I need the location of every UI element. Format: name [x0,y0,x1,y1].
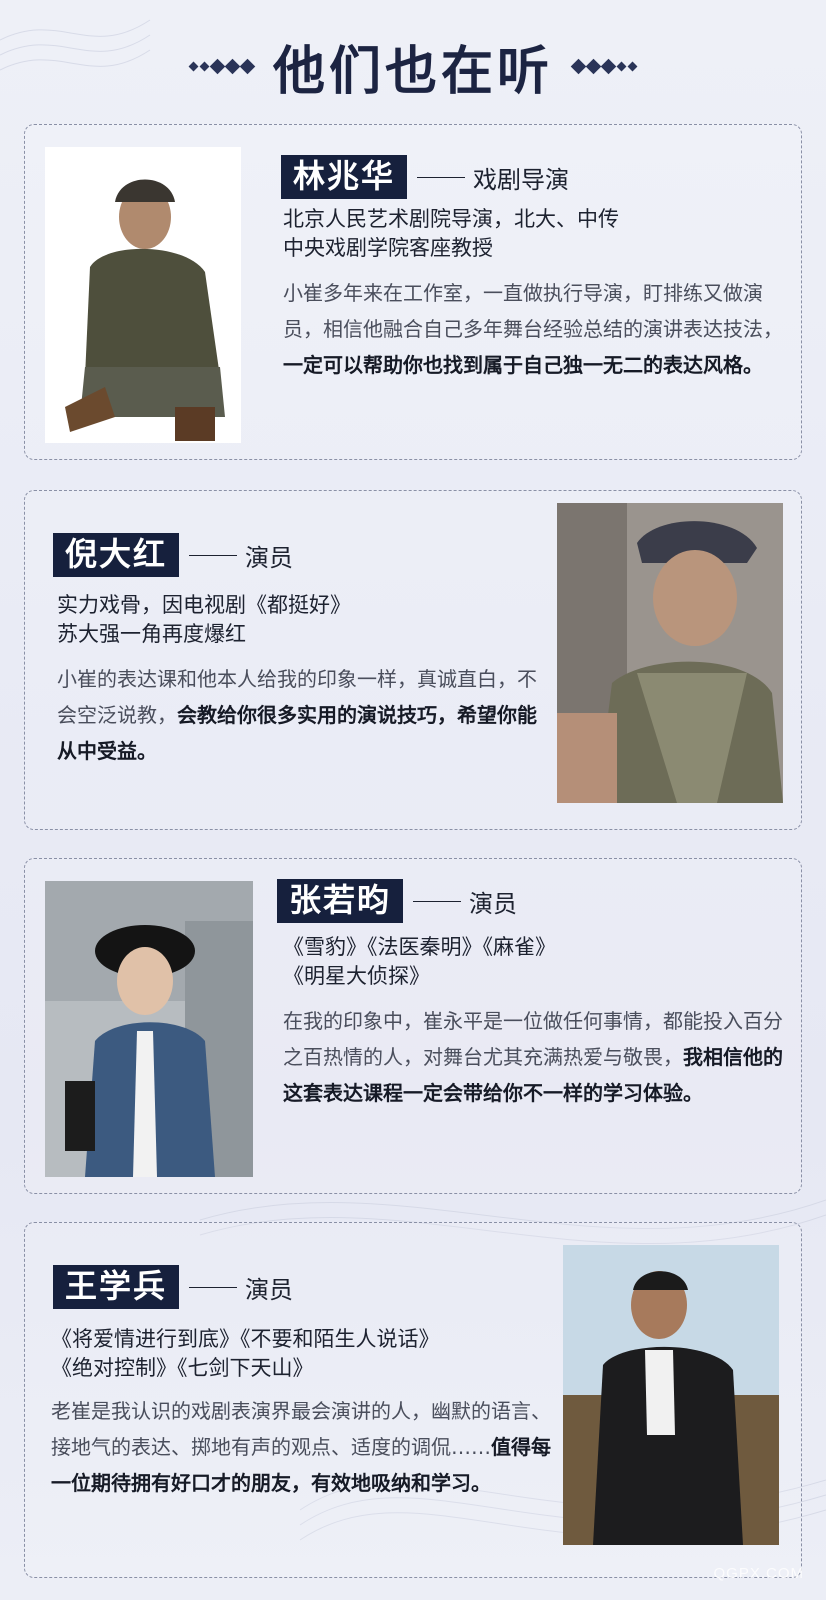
name-dash [417,176,466,178]
name-dash [189,554,238,556]
person-credentials-1: 北京人民艺术剧院导演，北大、中传 中央戏剧学院客座教授 [283,205,783,263]
person-card-4: 王学兵 演员 《将爱情进行到底》《不要和陌生人说话》 《绝对控制》《七剑下天山》… [24,1222,802,1578]
person-quote-1: 小崔多年来在工作室，一直做执行导演，盯排练又做演员，相信他融合自己多年舞台经验总… [283,275,783,383]
person-card-3: 张若昀 演员 《雪豹》《法医秦明》《麻雀》 《明星大侦探》 在我的印象中，崔永平… [24,858,802,1194]
person-role: 演员 [245,543,294,572]
person-photo-2 [557,503,783,803]
watermark-text: QGPX.COM [713,1565,804,1582]
page-title: 他们也在听 [272,41,553,102]
credential-line: 《绝对控制》《七剑下天山》 [51,1356,314,1380]
person-quote-2: 小崔的表达课和他本人给我的印象一样，真诚直白，不会空泛说教，会教给你很多实用的演… [57,661,541,769]
person-photo-3 [45,881,253,1177]
title-right-decoration [570,58,638,74]
person-nameline-2: 倪大红 演员 [53,533,293,577]
person-name: 林兆华 [281,155,408,199]
person-nameline-3: 张若昀 演员 [277,879,517,923]
credential-line: 《明星大侦探》 [283,964,430,988]
person-nameline-4: 王学兵 演员 [53,1265,293,1309]
credential-line: 北京人民艺术剧院导演，北大、中传 [283,207,619,231]
quote-text: 老崔是我认识的戏剧表演界最会演讲的人，幽默的语言、接地气的表达、掷地有声的观点、… [51,1399,551,1459]
credential-line: 《雪豹》《法医秦明》《麻雀》 [283,935,556,959]
person-credentials-2: 实力戏骨，因电视剧《都挺好》 苏大强一角再度爆红 [57,591,537,649]
person-photo-1 [45,147,241,443]
credential-line: 中央戏剧学院客座教授 [283,236,493,260]
quote-text: 小崔多年来在工作室，一直做执行导演，盯排练又做演员，相信他融合自己多年舞台经验总… [283,281,783,341]
person-card-1: 林兆华 戏剧导演 北京人民艺术剧院导演，北大、中传 中央戏剧学院客座教授 小崔多… [24,124,802,460]
person-name: 王学兵 [53,1265,180,1309]
title-left-decoration [188,58,256,74]
name-dash [189,1286,238,1288]
person-credentials-4: 《将爱情进行到底》《不要和陌生人说话》 《绝对控制》《七剑下天山》 [51,1325,551,1383]
person-role: 戏剧导演 [473,165,570,194]
credential-line: 《将爱情进行到底》《不要和陌生人说话》 [51,1327,440,1351]
quote-highlight: 一定可以帮助你也找到属于自己独一无二的表达风格。 [283,353,763,377]
person-credentials-3: 《雪豹》《法医秦明》《麻雀》 《明星大侦探》 [283,933,783,991]
person-quote-3: 在我的印象中，崔永平是一位做任何事情，都能投入百分之百热情的人，对舞台尤其充满热… [283,1003,783,1111]
credential-line: 苏大强一角再度爆红 [57,622,246,646]
person-name: 张若昀 [277,879,404,923]
person-quote-4: 老崔是我认识的戏剧表演界最会演讲的人，幽默的语言、接地气的表达、掷地有声的观点、… [51,1393,555,1501]
person-card-2: 倪大红 演员 实力戏骨，因电视剧《都挺好》 苏大强一角再度爆红 小崔的表达课和他… [24,490,802,830]
person-role: 演员 [469,889,518,918]
credential-line: 实力戏骨，因电视剧《都挺好》 [57,593,351,617]
name-dash [413,900,462,902]
page-header: 他们也在听 [0,28,826,104]
person-photo-4 [563,1245,779,1545]
person-nameline-1: 林兆华 戏剧导演 [281,155,569,199]
person-role: 演员 [245,1275,294,1304]
person-name: 倪大红 [53,533,180,577]
